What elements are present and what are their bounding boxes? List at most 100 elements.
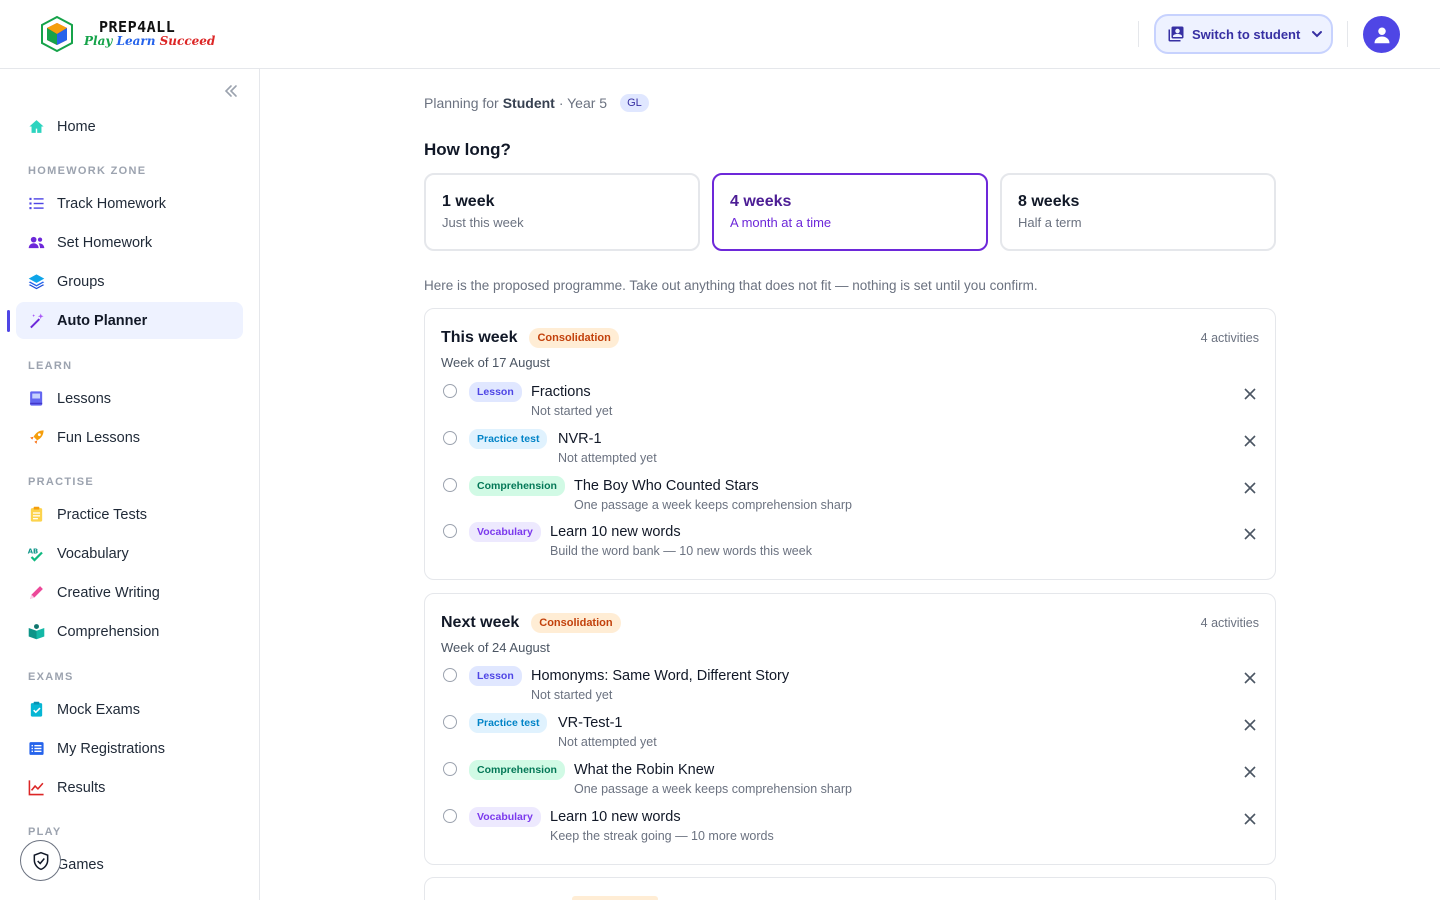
sidebar-item-label: Creative Writing <box>57 584 160 601</box>
planning-prefix: Planning for <box>424 95 499 111</box>
week-title: This week <box>441 329 518 346</box>
clipboard-check-icon <box>27 701 45 719</box>
activity-title: VR-Test-1 <box>558 715 623 731</box>
user-avatar[interactable] <box>1363 16 1400 53</box>
duration-title: 4 weeks <box>730 193 792 210</box>
close-icon[interactable] <box>1243 434 1257 448</box>
user-icon <box>1374 27 1389 43</box>
activity-radio[interactable] <box>443 478 457 492</box>
sidebar-item-lessons[interactable]: Lessons <box>16 380 243 417</box>
sidebar-item-label: Home <box>57 118 96 135</box>
activity-radio[interactable] <box>443 715 457 729</box>
activity-title: Homonyms: Same Word, Different Story <box>531 668 790 684</box>
activity-title: Learn 10 new words <box>550 524 681 540</box>
activity-row: Practice test NVR-1 Not attempted yet <box>441 429 1261 473</box>
sidebar-item-groups[interactable]: Groups <box>16 263 243 300</box>
activity-type-badge: Lesson <box>469 382 522 402</box>
home-icon <box>27 118 45 136</box>
sidebar-item-my-registrations[interactable]: My Registrations <box>16 730 243 767</box>
activity-subtitle: One passage a week keeps comprehension s… <box>574 498 852 512</box>
sidebar-item-home[interactable]: Home <box>16 108 243 145</box>
activity-radio[interactable] <box>443 384 457 398</box>
activity-type-badge: Lesson <box>469 666 522 686</box>
activity-radio[interactable] <box>443 431 457 445</box>
close-icon[interactable] <box>1243 765 1257 779</box>
logo-learn: Learn <box>116 34 156 48</box>
collapse-sidebar-icon[interactable] <box>223 83 239 99</box>
sidebar-item-auto-planner[interactable]: Auto Planner <box>16 302 243 339</box>
sidebar-item-comprehension[interactable]: Comprehension <box>16 613 243 650</box>
duration-option-4-weeks[interactable]: 4 weeks A month at a time <box>712 173 988 251</box>
week-title-row: Next week Consolidation <box>441 613 621 633</box>
logo-play: Play <box>84 34 113 48</box>
activity-radio[interactable] <box>443 524 457 538</box>
activity-title: NVR-1 <box>558 431 602 447</box>
sidebar-item-label: Comprehension <box>57 623 160 640</box>
activity-type-badge: Vocabulary <box>469 522 541 542</box>
sidebar-item-vocabulary[interactable]: AB Vocabulary <box>16 535 243 572</box>
duration-title: 8 weeks <box>1018 193 1080 210</box>
clipboard-icon <box>27 506 45 524</box>
activity-radio[interactable] <box>443 762 457 776</box>
logo-hexagon-icon <box>41 15 73 53</box>
sidebar-item-label: Lessons <box>57 390 112 407</box>
activity-subtitle: Build the word bank — 10 new words this … <box>550 544 812 558</box>
activity-type-badge: Comprehension <box>469 760 565 780</box>
close-icon[interactable] <box>1243 812 1257 826</box>
sidebar-item-label: Fun Lessons <box>57 429 141 446</box>
shield-check-icon <box>33 851 48 870</box>
privacy-shield-button[interactable] <box>20 840 61 881</box>
header-divider-2 <box>1347 21 1348 47</box>
activity-row: Lesson Fractions Not started yet <box>441 382 1261 426</box>
close-icon[interactable] <box>1243 718 1257 732</box>
activity-type-badge: Vocabulary <box>469 807 541 827</box>
sidebar-item-label: Groups <box>57 273 105 290</box>
sidebar-item-mock-exams[interactable]: Mock Exams <box>16 691 243 728</box>
activity-title: Fractions <box>531 384 591 400</box>
activity-title: The Boy Who Counted Stars <box>574 478 759 494</box>
open-book-icon <box>27 623 45 641</box>
week-title-row: This week Consolidation <box>441 328 619 348</box>
activity-title: Learn 10 new words <box>550 809 681 825</box>
layers-icon <box>27 273 45 291</box>
duration-option-1-week[interactable]: 1 week Just this week <box>424 173 700 251</box>
sidebar-item-results[interactable]: Results <box>16 769 243 806</box>
close-icon[interactable] <box>1243 387 1257 401</box>
activity-row: Comprehension The Boy Who Counted Stars … <box>441 476 1261 520</box>
duration-subtitle: A month at a time <box>730 215 832 230</box>
sidebar-item-practice-tests[interactable]: Practice Tests <box>16 496 243 533</box>
planning-student: Student <box>502 95 555 111</box>
switch-to-student-button[interactable]: Switch to student <box>1154 14 1333 54</box>
sidebar-item-label: Vocabulary <box>57 545 129 562</box>
pencil-icon <box>27 584 45 602</box>
duration-subtitle: Half a term <box>1018 215 1082 230</box>
sidebar-item-label: Practice Tests <box>57 506 147 523</box>
close-icon[interactable] <box>1243 481 1257 495</box>
activity-row: Practice test VR-Test-1 Not attempted ye… <box>441 713 1261 757</box>
sidebar-item-label: Games <box>57 856 104 873</box>
activity-count: 4 activities <box>1200 616 1259 630</box>
main-content: Planning for Student · Year 5 GL How lon… <box>260 69 1440 900</box>
chart-line-icon <box>27 779 45 797</box>
week-date: Week of 17 August <box>441 355 550 370</box>
activity-radio[interactable] <box>443 809 457 823</box>
activity-type-badge: Practice test <box>469 429 548 449</box>
sidebar-item-set-homework[interactable]: Set Homework <box>16 224 243 261</box>
sidebar-item-track-homework[interactable]: Track Homework <box>16 185 243 222</box>
activity-radio[interactable] <box>443 668 457 682</box>
sidebar-item-label: Track Homework <box>57 195 167 212</box>
duration-subtitle: Just this week <box>442 215 524 230</box>
spellcheck-icon: AB <box>27 545 45 563</box>
close-icon[interactable] <box>1243 671 1257 685</box>
sidebar-item-fun-lessons[interactable]: Fun Lessons <box>16 419 243 456</box>
duration-title: 1 week <box>442 193 495 210</box>
activity-subtitle: Not started yet <box>531 688 613 702</box>
activity-subtitle: Not started yet <box>531 404 613 418</box>
sidebar-item-label: Results <box>57 779 106 796</box>
prep4all-logo[interactable]: PREP4ALL Play Learn Succeed <box>38 14 215 54</box>
close-icon[interactable] <box>1243 527 1257 541</box>
users-icon <box>27 234 45 252</box>
sidebar-item-creative-writing[interactable]: Creative Writing <box>16 574 243 611</box>
header-divider <box>1138 21 1139 47</box>
duration-option-8-weeks[interactable]: 8 weeks Half a term <box>1000 173 1276 251</box>
